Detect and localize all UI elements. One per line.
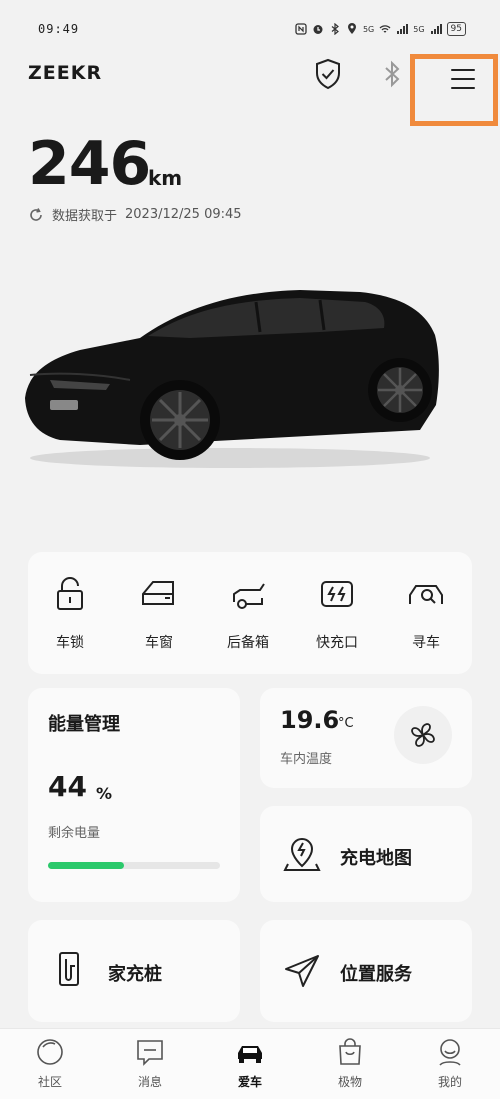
message-icon <box>137 1040 163 1066</box>
home-charger-label: 家充桩 <box>108 964 162 985</box>
nav-item-community[interactable]: 社区 <box>20 1037 80 1090</box>
fan-icon <box>411 723 435 747</box>
nav-label: 极物 <box>337 1075 362 1089</box>
menu-icon <box>451 69 475 96</box>
nav-item-profile[interactable]: 我的 <box>420 1037 480 1090</box>
energy-title: 能量管理 <box>48 714 120 735</box>
nav-label: 社区 <box>37 1075 62 1089</box>
battery-progress-fill <box>48 862 124 869</box>
updated-label: 数据获取于 <box>52 209 118 224</box>
quick-action-label: 车锁 <box>56 635 84 651</box>
charging-map-label: 充电地图 <box>340 848 412 869</box>
quick-action-label: 车窗 <box>145 635 173 651</box>
lock-icon <box>57 577 83 610</box>
send-location-icon <box>285 955 319 987</box>
signal-icon-1 <box>397 24 409 34</box>
wifi-icon <box>379 25 391 33</box>
trunk-icon <box>233 583 265 609</box>
status-icons: 5G 5G 95 <box>295 20 466 38</box>
refresh-icon[interactable] <box>28 207 44 223</box>
quick-action-label: 快充口 <box>316 635 358 651</box>
quick-action-find-car[interactable]: 寻车 <box>394 574 458 652</box>
signal-label-1: 5G <box>362 24 375 34</box>
status-time: 09:49 <box>38 22 80 36</box>
shopping-bag-icon <box>339 1038 361 1065</box>
charging-map-card[interactable]: 充电地图 <box>260 806 472 902</box>
nav-label: 消息 <box>137 1075 162 1089</box>
location-service-card[interactable]: 位置服务 <box>260 920 472 1022</box>
charging-map-icon <box>283 838 321 871</box>
car-image[interactable] <box>20 280 440 470</box>
bottom-navigation: 社区 消息 爱车 极物 我的 <box>0 1028 500 1099</box>
alarm-icon <box>313 25 323 34</box>
quick-action-lock[interactable]: 车锁 <box>38 574 102 652</box>
nav-item-my-car[interactable]: 爱车 <box>220 1037 280 1090</box>
quick-action-window[interactable]: 车窗 <box>127 574 191 652</box>
brand-logo: ZEEKR <box>28 62 103 84</box>
shield-check-icon[interactable] <box>313 58 343 90</box>
temperature-unit: °C <box>338 716 354 731</box>
bluetooth-status-icon <box>331 23 339 35</box>
signal-icon-2 <box>430 24 442 34</box>
battery-label: 剩余电量 <box>48 826 101 841</box>
battery-indicator: 95 <box>446 22 466 36</box>
quick-action-trunk[interactable]: 后备箱 <box>216 574 280 652</box>
profile-icon <box>439 1039 461 1066</box>
nav-label: 爱车 <box>237 1075 262 1089</box>
range-value: 246 <box>28 129 151 199</box>
location-service-label: 位置服务 <box>340 964 412 985</box>
temperature-label: 车内温度 <box>280 752 333 767</box>
nav-item-messages[interactable]: 消息 <box>120 1037 180 1090</box>
nav-label: 我的 <box>437 1075 462 1089</box>
quick-action-label: 寻车 <box>412 635 440 651</box>
nav-item-shop[interactable]: 极物 <box>320 1037 380 1090</box>
find-car-icon <box>409 585 443 604</box>
data-refresh-row[interactable]: 数据获取于 2023/12/25 09:45 <box>28 205 242 224</box>
quick-action-fast-charge[interactable]: 快充口 <box>305 574 369 652</box>
home-charger-card[interactable]: 家充桩 <box>28 920 240 1022</box>
menu-button[interactable] <box>410 54 498 126</box>
location-icon <box>347 23 356 34</box>
climate-card[interactable]: 19.6 °C 车内温度 <box>260 688 472 788</box>
community-icon <box>37 1039 63 1065</box>
fan-button[interactable] <box>394 706 452 764</box>
car-icon <box>238 1046 262 1063</box>
nfc-icon <box>295 23 307 35</box>
battery-unit: % <box>96 784 113 803</box>
window-icon <box>142 581 174 605</box>
quick-action-label: 后备箱 <box>227 635 269 651</box>
signal-label-2: 5G <box>413 24 425 34</box>
cabin-temperature: 19.6 <box>280 706 340 734</box>
bluetooth-icon[interactable] <box>382 60 402 88</box>
fast-charge-port-icon <box>321 581 353 607</box>
quick-actions-card: 车锁 车窗 后备箱 快充口 寻车 <box>28 552 472 674</box>
battery-progress-bar <box>48 862 220 869</box>
range-unit: km <box>148 166 183 190</box>
energy-management-card[interactable]: 能量管理 44 % 剩余电量 <box>28 688 240 902</box>
battery-value: 44 <box>48 770 87 803</box>
updated-time: 2023/12/25 09:45 <box>125 207 242 222</box>
home-charger-icon <box>59 952 79 986</box>
